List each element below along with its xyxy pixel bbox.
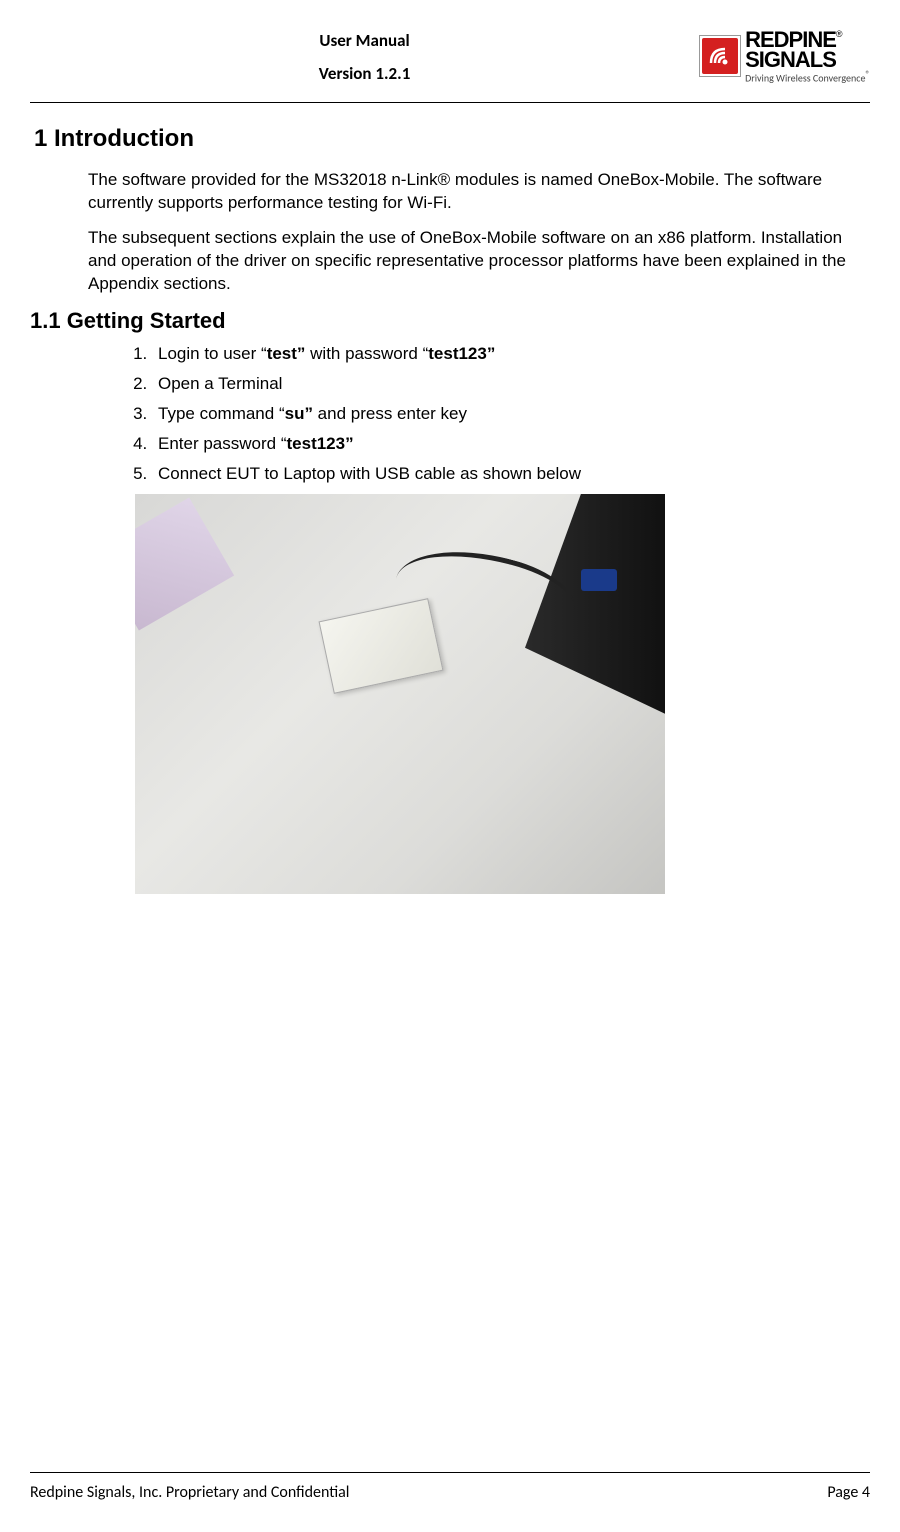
eut-connection-photo (135, 494, 665, 894)
logo-text-line2: SIGNALS (745, 50, 836, 70)
header-center-block: User Manual Version 1.2.1 (30, 30, 699, 84)
logo-tagline: Driving Wireless Convergence® (745, 71, 870, 82)
subsection-heading-1-1: 1.1 Getting Started (30, 308, 870, 334)
getting-started-steps: Login to user “test” with password “test… (152, 344, 870, 484)
intro-para-2: The subsequent sections explain the use … (88, 227, 860, 296)
step-3: Type command “su” and press enter key (152, 404, 870, 424)
page-header: User Manual Version 1.2.1 REDPINE® (30, 30, 870, 103)
section-heading-1: 1 Introduction (34, 125, 870, 153)
doc-title: User Manual (30, 30, 699, 51)
step-4: Enter password “test123” (152, 434, 870, 454)
step-5: Connect EUT to Laptop with USB cable as … (152, 464, 870, 484)
redpine-logo-icon (699, 35, 741, 77)
step-1: Login to user “test” with password “test… (152, 344, 870, 364)
page-footer: Redpine Signals, Inc. Proprietary and Co… (30, 1472, 870, 1502)
doc-version: Version 1.2.1 (30, 63, 699, 84)
footer-right: Page 4 (827, 1483, 870, 1502)
logo-block: REDPINE® SIGNALS Driving Wireless Conver… (699, 30, 870, 82)
main-content: 1 Introduction The software provided for… (30, 125, 870, 894)
footer-left: Redpine Signals, Inc. Proprietary and Co… (30, 1483, 349, 1502)
intro-para-1: The software provided for the MS32018 n-… (88, 169, 860, 215)
step-2: Open a Terminal (152, 374, 870, 394)
